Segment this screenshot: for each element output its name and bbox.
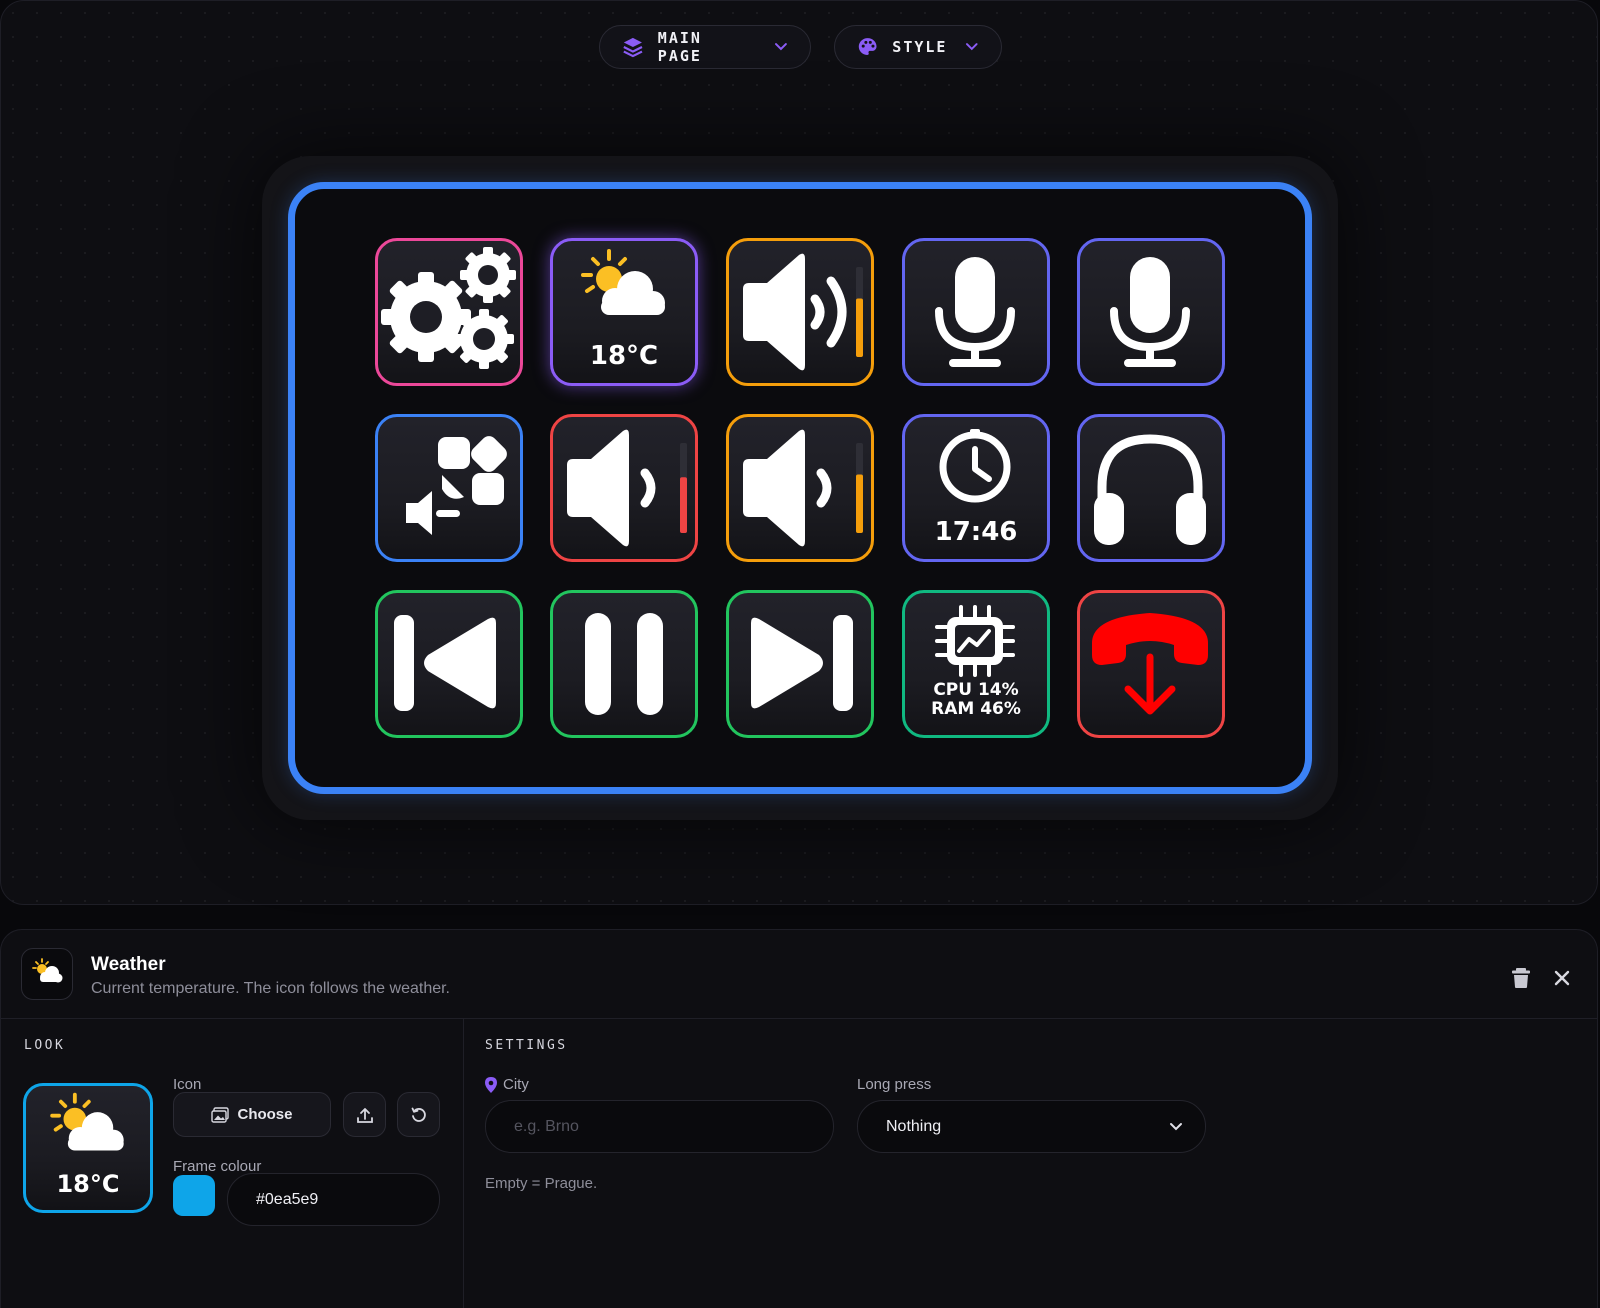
editor-key-thumbnail bbox=[21, 948, 73, 1000]
gears-icon bbox=[381, 247, 516, 369]
choose-icon-button[interactable]: Choose bbox=[173, 1092, 331, 1137]
city-hint: Empty = Prague. bbox=[485, 1175, 598, 1192]
microphone-icon bbox=[1110, 257, 1190, 367]
key-settings[interactable] bbox=[375, 238, 523, 386]
speaker-icon bbox=[743, 429, 863, 547]
frame-colour-swatch[interactable] bbox=[173, 1175, 215, 1216]
city-field-label: City bbox=[485, 1076, 529, 1093]
key-previous-track[interactable] bbox=[375, 590, 523, 738]
pause-icon bbox=[585, 613, 663, 715]
ram-usage: RAM 46% bbox=[931, 699, 1021, 719]
speaker-loud-icon bbox=[743, 253, 863, 371]
key-volume-orange[interactable] bbox=[726, 414, 874, 562]
trash-icon bbox=[1512, 968, 1530, 988]
headphones-icon bbox=[1094, 434, 1206, 545]
key-editor-panel: Weather Current temperature. The icon fo… bbox=[0, 929, 1598, 1308]
frame-colour-input[interactable]: #0ea5e9 bbox=[227, 1173, 440, 1226]
chevron-down-icon bbox=[966, 43, 979, 51]
next-track-icon bbox=[751, 615, 853, 711]
hang-up-phone-icon bbox=[1092, 613, 1208, 715]
app-volume-icon bbox=[406, 436, 507, 535]
long-press-select[interactable]: Nothing bbox=[857, 1100, 1206, 1153]
upload-icon-button[interactable] bbox=[343, 1092, 386, 1137]
reset-icon-button[interactable] bbox=[397, 1092, 440, 1137]
key-hang-up[interactable] bbox=[1077, 590, 1225, 738]
key-next-track[interactable] bbox=[726, 590, 874, 738]
upload-icon bbox=[356, 1107, 373, 1123]
volume-level-bar bbox=[856, 474, 863, 533]
microphone-icon bbox=[935, 257, 1015, 367]
key-headphones[interactable] bbox=[1077, 414, 1225, 562]
reset-icon bbox=[411, 1107, 426, 1122]
settings-section-label: SETTINGS bbox=[485, 1038, 568, 1053]
chevron-down-icon bbox=[1170, 1123, 1182, 1131]
key-mic-2[interactable] bbox=[1077, 238, 1225, 386]
close-icon bbox=[1554, 970, 1570, 986]
image-icon bbox=[211, 1106, 230, 1123]
preview-temperature: 18°C bbox=[56, 1170, 120, 1198]
weather-temperature: 18°C bbox=[589, 341, 659, 371]
long-press-label: Long press bbox=[857, 1076, 932, 1093]
key-play-pause[interactable] bbox=[550, 590, 698, 738]
weather-partly-cloudy-icon bbox=[32, 958, 63, 983]
frame-colour-value: #0ea5e9 bbox=[256, 1190, 319, 1208]
page-selector-label: MAIN PAGE bbox=[657, 29, 702, 65]
key-clock[interactable]: 17:46 bbox=[902, 414, 1050, 562]
key-volume-red[interactable] bbox=[550, 414, 698, 562]
key-mic-1[interactable] bbox=[902, 238, 1050, 386]
location-pin-icon bbox=[485, 1076, 497, 1093]
cpu-usage: CPU 14% bbox=[933, 680, 1019, 700]
previous-track-icon bbox=[394, 615, 496, 711]
key-system-monitor[interactable]: CPU 14% RAM 46% bbox=[902, 590, 1050, 738]
city-input[interactable]: e.g. Brno bbox=[485, 1100, 834, 1153]
close-editor-button[interactable] bbox=[1551, 967, 1573, 989]
long-press-value: Nothing bbox=[886, 1117, 942, 1135]
choose-icon-label: Choose bbox=[237, 1106, 293, 1123]
key-app-volume[interactable] bbox=[375, 414, 523, 562]
style-selector[interactable]: STYLE bbox=[834, 25, 1002, 69]
editor-header-divider bbox=[1, 1018, 1597, 1019]
key-weather[interactable]: 18°C bbox=[550, 238, 698, 386]
volume-level-bar bbox=[680, 477, 687, 533]
editor-subtitle: Current temperature. The icon follows th… bbox=[91, 980, 450, 997]
key-preview: 18°C bbox=[23, 1083, 153, 1213]
editor-column-divider bbox=[463, 1019, 464, 1308]
city-label-text: City bbox=[503, 1076, 529, 1093]
editor-title: Weather bbox=[91, 954, 166, 975]
delete-key-button[interactable] bbox=[1509, 966, 1533, 990]
clock-time: 17:46 bbox=[934, 517, 1018, 547]
key-volume-output[interactable] bbox=[726, 238, 874, 386]
page-selector[interactable]: MAIN PAGE bbox=[599, 25, 811, 69]
chevron-down-icon bbox=[775, 43, 788, 51]
city-placeholder: e.g. Brno bbox=[514, 1117, 579, 1135]
style-selector-label: STYLE bbox=[892, 38, 948, 56]
palette-icon bbox=[858, 38, 877, 55]
volume-level-bar bbox=[856, 298, 863, 357]
speaker-icon bbox=[567, 429, 687, 547]
icon-field-label: Icon bbox=[173, 1076, 202, 1093]
look-section-label: LOOK bbox=[24, 1038, 66, 1053]
layers-icon bbox=[623, 37, 643, 58]
system-monitor-readout: CPU 14% RAM 46% bbox=[905, 681, 1047, 719]
